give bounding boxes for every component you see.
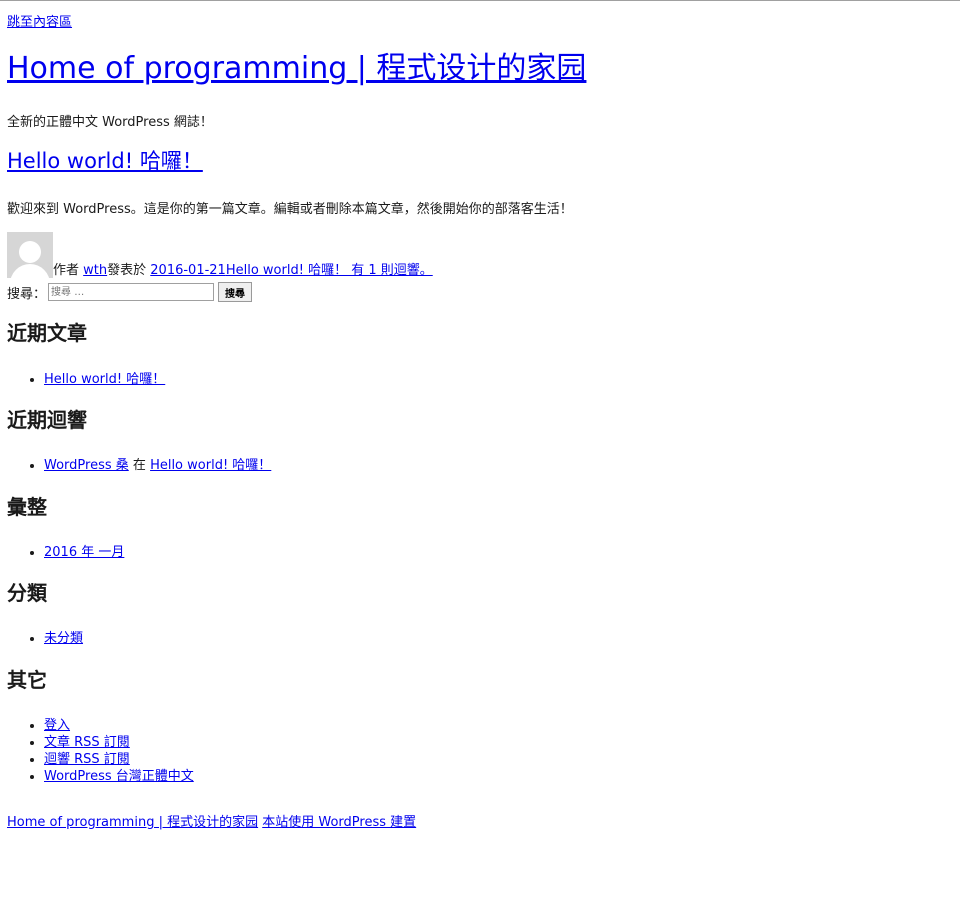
categories-title: 分類 (7, 581, 47, 605)
site-title-link[interactable]: Home of programming | 程式设计的家园 (7, 51, 586, 86)
list-item: Hello world! 哈囉！ (44, 371, 165, 388)
wordpress-tw-link[interactable]: WordPress 台灣正體中文 (44, 769, 194, 784)
list-item: 文章 RSS 訂閱 (44, 734, 194, 751)
categories-list: 未分類 (7, 630, 83, 647)
list-item: 迴響 RSS 訂閱 (44, 751, 194, 768)
site-footer: Home of programming | 程式设计的家园 本站使用 WordP… (7, 811, 416, 830)
recent-posts-list: Hello world! 哈囉！ (7, 371, 165, 388)
list-item: 2016 年 一月 (44, 544, 124, 561)
entries-rss-link[interactable]: 文章 RSS 訂閱 (44, 735, 130, 750)
search-label: 搜尋： (7, 286, 47, 302)
comments-link-text: Hello world! 哈囉！ 有 1 則迴響。 (225, 263, 433, 278)
meta-widget-title: 其它 (7, 668, 47, 692)
category-link[interactable]: 未分類 (44, 631, 83, 646)
author-prefix: 作者 (53, 263, 80, 278)
archive-link[interactable]: 2016 年 一月 (44, 545, 124, 560)
skip-to-content-link[interactable]: 跳至內容區 (7, 11, 72, 30)
search-input[interactable] (48, 283, 215, 301)
post-body: 歡迎來到 WordPress。這是你的第一篇文章。編輯或者刪除本篇文章，然後開始… (7, 202, 573, 217)
author-link[interactable]: wth (83, 263, 107, 278)
footer-site-link[interactable]: Home of programming | 程式设计的家园 (7, 815, 258, 830)
powered-by-link[interactable]: 本站使用 WordPress 建置 (262, 815, 416, 830)
avatar (7, 232, 53, 278)
search-button[interactable]: 搜尋 (218, 282, 253, 302)
archives-title: 彙整 (7, 495, 47, 519)
login-link[interactable]: 登入 (44, 718, 70, 733)
list-item: 未分類 (44, 630, 83, 647)
comment-connector: 在 (132, 458, 146, 473)
recent-comments-list: WordPress 桑 在 Hello world! 哈囉！ (7, 457, 271, 474)
meta-widget-list: 登入 文章 RSS 訂閱 迴響 RSS 訂閱 WordPress 台灣正體中文 (7, 717, 194, 785)
site-tagline: 全新的正體中文 WordPress 網誌！ (7, 115, 213, 130)
post-date-link[interactable]: 2016-01-21Hello world! 哈囉！ 有 1 則迴響。 (150, 263, 432, 278)
post-meta-text: 作者 wth發表於 2016-01-21Hello world! 哈囉！ 有 1… (53, 264, 433, 278)
recent-comments-title: 近期迴響 (7, 408, 87, 432)
archives-list: 2016 年 一月 (7, 544, 124, 561)
comment-author-link[interactable]: WordPress 桑 (44, 458, 129, 473)
comments-rss-link[interactable]: 迴響 RSS 訂閱 (44, 752, 130, 767)
search-form: 搜尋： 搜尋 (7, 282, 253, 302)
site-title: Home of programming | 程式设计的家园 (7, 51, 586, 87)
post-title: Hello world! 哈囉！ (7, 149, 203, 174)
list-item: WordPress 桑 在 Hello world! 哈囉！ (44, 457, 271, 474)
comment-post-link[interactable]: Hello world! 哈囉！ (150, 458, 271, 473)
list-item: 登入 (44, 717, 194, 734)
recent-post-link[interactable]: Hello world! 哈囉！ (44, 372, 165, 387)
published-prefix: 發表於 (107, 263, 147, 278)
post-date: 2016-01-21 (150, 263, 226, 278)
post-meta: 作者 wth發表於 2016-01-21Hello world! 哈囉！ 有 1… (7, 231, 433, 278)
recent-posts-title: 近期文章 (7, 321, 87, 345)
post-title-link[interactable]: Hello world! 哈囉！ (7, 149, 203, 173)
list-item: WordPress 台灣正體中文 (44, 768, 194, 785)
